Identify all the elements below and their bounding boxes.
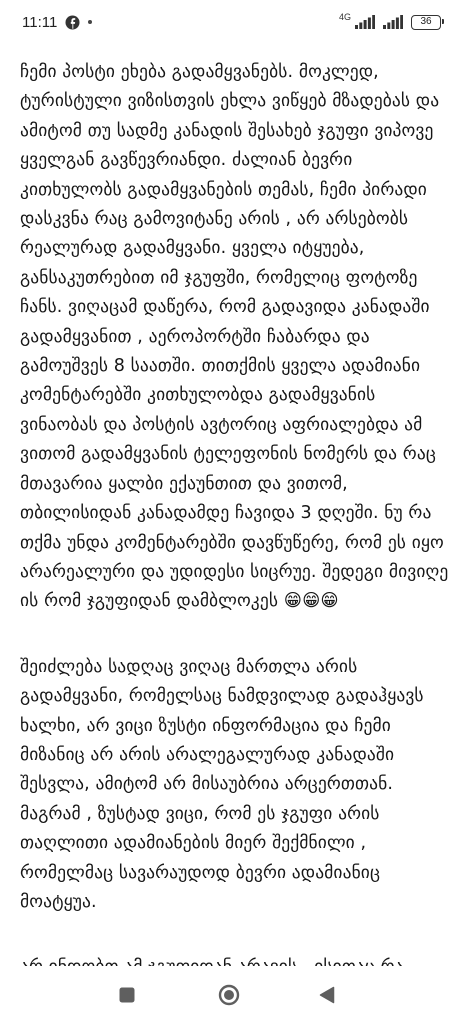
post-text: ჩემი პოსტი ეხება გადამყვანებს. მოკლედ, ტ… bbox=[20, 58, 450, 966]
square-icon bbox=[119, 987, 135, 1003]
recents-button[interactable] bbox=[119, 987, 135, 1003]
facebook-icon bbox=[65, 15, 80, 30]
post-paragraph: შეიძლება სადღაც ვიღაც მართლა არის გადამყ… bbox=[20, 656, 424, 912]
signal-icon bbox=[355, 15, 375, 29]
network-type-label: 4G bbox=[338, 12, 351, 22]
battery-icon: 36 bbox=[411, 14, 444, 30]
status-bar: 11:11 4G 36 bbox=[0, 0, 461, 44]
circle-icon bbox=[218, 984, 240, 1006]
signal-secondary-icon bbox=[383, 15, 403, 29]
notification-dot-icon bbox=[88, 20, 93, 24]
status-time: 11:11 bbox=[22, 13, 58, 31]
post-paragraph: ჩემი პოსტი ეხება გადამყვანებს. მოკლედ, ტ… bbox=[20, 62, 449, 612]
back-triangle-icon bbox=[319, 986, 335, 1004]
status-left: 11:11 bbox=[22, 13, 93, 31]
home-button[interactable] bbox=[218, 984, 240, 1006]
status-right: 4G 36 bbox=[338, 12, 444, 30]
navigation-bar bbox=[0, 966, 461, 1024]
post-paragraph: არ ინდობთ ამ ჯგუფიდან არავის , ისითაც რა bbox=[20, 953, 450, 966]
back-button[interactable] bbox=[319, 986, 335, 1004]
